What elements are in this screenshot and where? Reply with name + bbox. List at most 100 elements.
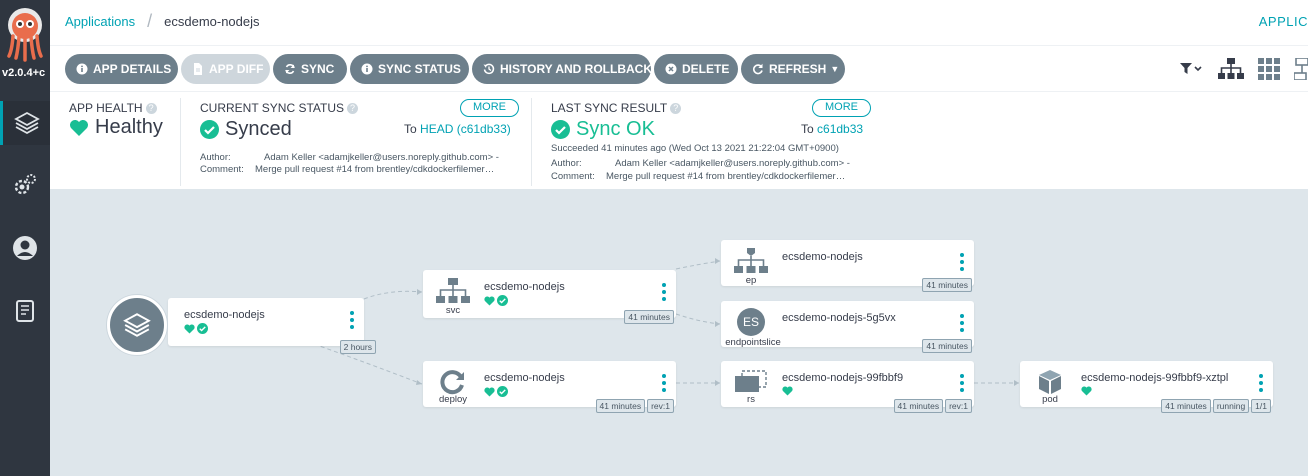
caret-down-icon: ▼ [830,64,840,74]
tag-age: 2 hours [339,340,376,354]
info-icon [361,63,373,75]
sidebar: v2.0.4+c [0,0,50,476]
nav-user[interactable] [0,226,50,270]
file-icon [192,63,204,75]
app-node[interactable]: ecsdemo-nodejs 2 hours [168,298,376,354]
app-health-section: APP HEALTH? Healthy [69,92,179,190]
author-key: Author: [200,152,231,163]
sync-button[interactable]: SYNC [273,54,347,84]
node-kind: rs [747,394,755,405]
endpointslice-node[interactable]: ES endpointslice ecsdemo-nodejs-5g5vx 41… [721,301,974,353]
breadcrumb-separator: / [147,11,153,31]
replicaset-icon [731,367,771,397]
node-kind: ep [745,275,757,286]
last-comment: Merge pull request #14 from brentley/cdk… [606,171,846,182]
heart-icon [70,119,88,136]
sync-revision-link[interactable]: HEAD (c61db33) [420,122,511,136]
refresh-label: REFRESH [769,62,827,76]
deploy-node-tags: 41 minutes rev:1 [595,399,674,413]
nav-docs[interactable] [0,289,50,333]
ep-node-name: ecsdemo-nodejs [782,251,863,263]
status-panel: APP HEALTH? Healthy CURRENT SYNC STATUS?… [50,91,1308,189]
endpointslice-icon: ES [731,307,771,337]
last-sync-more-button[interactable]: MORE [812,99,871,117]
menu-dots-icon[interactable] [662,374,666,392]
rs-node-name: ecsdemo-nodejs-99fbbf9 [782,372,904,384]
nav-applications[interactable] [0,101,50,145]
es-badge: ES [737,308,765,336]
deploy-node[interactable]: deploy ecsdemo-nodejs 41 minutes rev:1 [423,361,676,413]
nav-settings[interactable] [0,163,50,207]
check-circle-icon [197,323,208,334]
rs-node[interactable]: rs ecsdemo-nodejs-99fbbf9 41 minutes rev… [721,361,974,413]
application-icon[interactable] [107,295,167,355]
menu-dots-icon[interactable] [1259,374,1263,392]
last-to-prefix: To [801,122,814,136]
last-sync-value: Sync OK [576,118,655,140]
tag-revision: rev:1 [945,399,972,413]
tag-age: 41 minutes [893,399,944,413]
app-details-button[interactable]: APP DETAILS [65,54,178,84]
sync-status-label: SYNC STATUS [378,62,461,76]
pod-node-name: ecsdemo-nodejs-99fbbf9-xztpl [1081,372,1229,384]
grid-view-icon[interactable] [1258,58,1280,80]
node-kind: svc [445,305,461,316]
delete-button[interactable]: DELETE [654,54,738,84]
menu-dots-icon[interactable] [350,311,354,329]
heart-icon [484,386,495,397]
heart-icon [184,323,195,334]
help-icon[interactable]: ? [145,103,157,114]
check-circle-icon [200,120,219,139]
top-bar: Applications / ecsdemo-nodejs APPLIC [50,0,1308,45]
app-node-tags: 2 hours [339,340,376,354]
last-succeeded: Succeeded 41 minutes ago (Wed Oct 13 202… [551,143,839,154]
sync-more-button[interactable]: MORE [460,99,519,117]
info-icon [76,63,88,75]
help-icon[interactable]: ? [670,103,682,114]
docs-icon [16,300,34,322]
deployment-icon [433,367,473,397]
filter-icon[interactable] [1180,61,1204,77]
sync-label: SYNC [301,62,335,76]
user-icon [13,236,37,260]
menu-dots-icon[interactable] [960,253,964,271]
tree-view-icon[interactable] [1218,58,1244,80]
history-rollback-button[interactable]: HISTORY AND ROLLBACK [472,54,652,84]
ep-node[interactable]: ep ecsdemo-nodejs 41 minutes [721,240,974,292]
breadcrumb-applications-link[interactable]: Applications [65,14,135,29]
refresh-icon [752,63,764,75]
delete-label: DELETE [682,62,730,76]
ep-node-tags: 41 minutes [922,278,972,292]
refresh-button[interactable]: REFRESH ▼ [741,54,845,84]
check-circle-icon [497,295,508,306]
argo-logo[interactable] [4,6,46,62]
app-node-name: ecsdemo-nodejs [184,309,265,321]
menu-dots-icon[interactable] [662,283,666,301]
check-circle-icon [551,120,570,139]
current-sync-section: CURRENT SYNC STATUS? MORE Synced To HEAD… [200,92,520,190]
author-key: Author: [551,158,582,169]
deploy-node-name: ecsdemo-nodejs [484,372,565,384]
page-title-right: APPLIC [1258,14,1308,29]
menu-dots-icon[interactable] [960,314,964,332]
app-diff-label: APP DIFF [209,62,264,76]
breadcrumb: Applications / ecsdemo-nodejs [65,11,260,31]
sync-status-button[interactable]: SYNC STATUS [350,54,469,84]
endpoints-icon [731,246,771,276]
app-health-label: APP HEALTH [69,101,143,115]
node-kind: deploy [439,394,467,405]
last-revision-link[interactable]: c61db33 [817,122,863,136]
tag-status: running [1212,399,1250,413]
toolbar: APP DETAILS APP DIFF SYNC SYNC STATUS HI… [50,45,1308,91]
sync-icon [284,63,296,75]
tag-age: 41 minutes [922,339,972,353]
menu-dots-icon[interactable] [960,374,964,392]
app-diff-button[interactable]: APP DIFF [181,54,270,84]
resource-tree: ecsdemo-nodejs 2 hours svc ecsdemo-nodej… [50,189,1308,476]
help-icon[interactable]: ? [347,103,359,114]
service-icon [433,276,473,306]
svc-node[interactable]: svc ecsdemo-nodejs 41 minutes [423,270,676,324]
pod-node[interactable]: pod ecsdemo-nodejs-99fbbf9-xztpl 41 minu… [1020,361,1273,413]
network-view-icon[interactable] [1294,58,1308,80]
tag-age: 41 minutes [922,278,972,292]
